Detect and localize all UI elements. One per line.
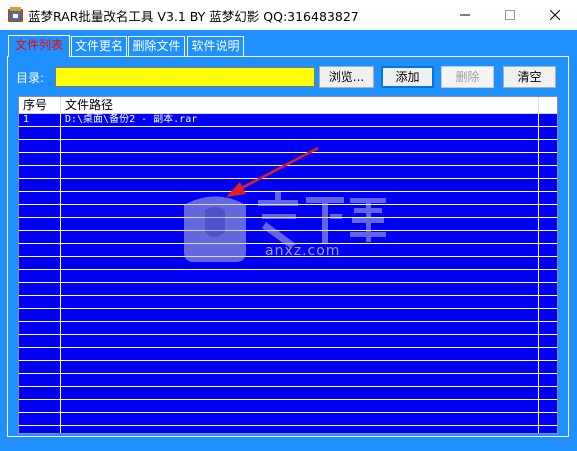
- table-row[interactable]: [19, 205, 557, 218]
- table-row[interactable]: [19, 387, 557, 400]
- close-icon: [549, 10, 560, 20]
- clear-button[interactable]: 清空: [503, 66, 556, 88]
- tab-delete-files[interactable]: 删除文件: [128, 36, 185, 56]
- close-button[interactable]: [532, 0, 577, 30]
- tab-file-rename[interactable]: 文件更名: [71, 36, 127, 56]
- minimize-button[interactable]: [442, 0, 487, 30]
- app-icon: [8, 7, 23, 22]
- browse-button[interactable]: 浏览...: [319, 66, 374, 88]
- add-button[interactable]: 添加: [381, 66, 434, 88]
- table-row[interactable]: [19, 179, 557, 192]
- list-header: 序号 文件路径: [19, 97, 557, 114]
- table-row[interactable]: [19, 244, 557, 257]
- column-header-path[interactable]: 文件路径: [61, 97, 539, 114]
- table-row[interactable]: [19, 348, 557, 361]
- maximize-button[interactable]: [487, 0, 532, 30]
- table-row[interactable]: [19, 296, 557, 309]
- table-row[interactable]: [19, 218, 557, 231]
- table-row[interactable]: [19, 257, 557, 270]
- column-divider: [538, 114, 539, 433]
- window-title: 蓝梦RAR批量改名工具 V3.1 BY 蓝梦幻影 QQ:316483827: [28, 9, 359, 24]
- file-list-view[interactable]: 序号 文件路径 1 D:\桌面\备份2 - 副本.rar: [18, 96, 558, 434]
- table-row[interactable]: [19, 127, 557, 140]
- table-row[interactable]: [19, 322, 557, 335]
- title-bar: 蓝梦RAR批量改名工具 V3.1 BY 蓝梦幻影 QQ:316483827: [0, 0, 577, 30]
- table-row[interactable]: [19, 413, 557, 426]
- table-row[interactable]: [19, 309, 557, 322]
- table-row[interactable]: [19, 400, 557, 413]
- row-index: 1: [23, 114, 30, 125]
- maximize-icon: [504, 10, 515, 20]
- column-header-index[interactable]: 序号: [19, 97, 61, 114]
- directory-label: 目录:: [16, 71, 45, 85]
- list-rows: 1 D:\桌面\备份2 - 副本.rar: [19, 114, 557, 433]
- table-row[interactable]: [19, 374, 557, 387]
- table-row[interactable]: [19, 140, 557, 153]
- column-header-filler: [539, 97, 557, 114]
- column-divider: [60, 114, 61, 433]
- tab-software-info[interactable]: 软件说明: [187, 36, 244, 56]
- table-row[interactable]: [19, 335, 557, 348]
- directory-input[interactable]: [55, 67, 315, 87]
- table-row[interactable]: [19, 283, 557, 296]
- table-row[interactable]: [19, 361, 557, 374]
- table-row[interactable]: [19, 153, 557, 166]
- row-file-path: D:\桌面\备份2 - 副本.rar: [65, 114, 198, 125]
- delete-button[interactable]: 删除: [441, 66, 494, 88]
- table-row[interactable]: [19, 166, 557, 179]
- client-area: 文件列表 文件更名 删除文件 软件说明 目录: 浏览... 添加 删除 清空 序…: [0, 30, 577, 451]
- table-row[interactable]: [19, 231, 557, 244]
- table-row[interactable]: [19, 192, 557, 205]
- tab-file-list[interactable]: 文件列表: [8, 35, 70, 57]
- table-row[interactable]: 1 D:\桌面\备份2 - 副本.rar: [19, 114, 557, 127]
- minimize-icon: [459, 14, 470, 16]
- table-row[interactable]: [19, 270, 557, 283]
